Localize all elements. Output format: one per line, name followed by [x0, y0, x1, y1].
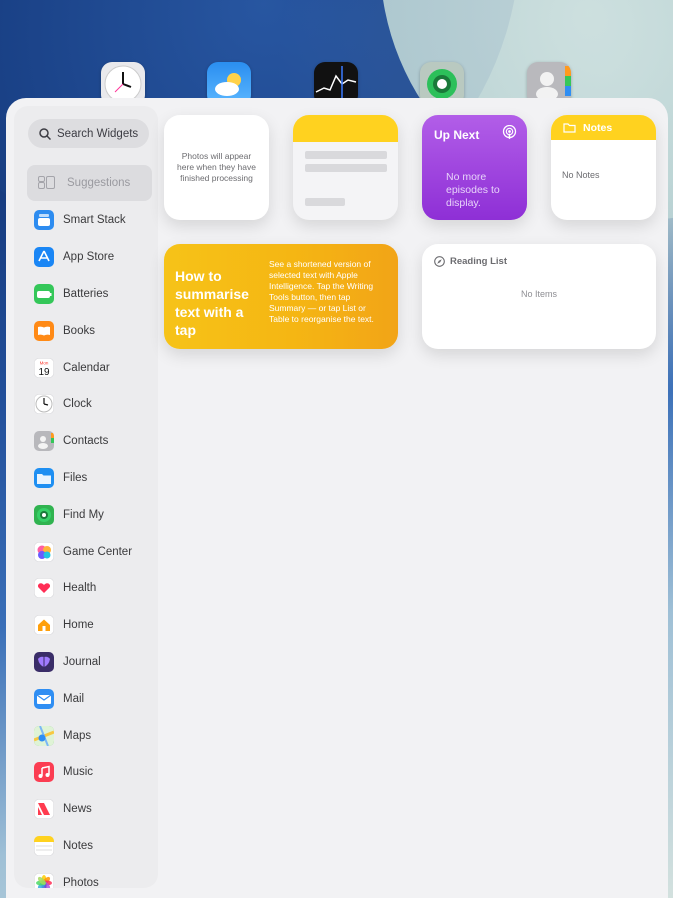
- sidebar-item-calendar[interactable]: Mon 19 Calendar: [14, 349, 158, 386]
- sidebar-item-notes[interactable]: Notes: [14, 828, 158, 865]
- podcasts-icon: [502, 125, 517, 139]
- books-icon: [34, 320, 54, 341]
- up-next-title: Up Next: [434, 128, 480, 142]
- tips-widget[interactable]: How to summarise text with a tap See a s…: [164, 244, 398, 349]
- sidebar-item-journal[interactable]: Journal: [14, 644, 158, 681]
- notes-widget-header: [293, 115, 398, 142]
- sidebar-item-label: Health: [63, 582, 97, 595]
- sidebar-item-label: Mail: [63, 692, 85, 705]
- sidebar-item-label: Music: [63, 766, 94, 779]
- placeholder-line: [305, 151, 387, 159]
- find-my-icon: [34, 504, 54, 525]
- game-center-icon: [34, 541, 54, 562]
- sidebar-item-clock[interactable]: Clock: [14, 386, 158, 423]
- sidebar-item-home[interactable]: Home: [14, 607, 158, 644]
- mail-icon: [34, 688, 54, 709]
- app-list: Smart Stack App Store Batteries Books Mon 19 C…: [14, 202, 158, 888]
- sidebar-item-label: Notes: [63, 839, 94, 852]
- placeholder-line: [305, 164, 387, 172]
- notes-widget[interactable]: Notes No Notes: [551, 115, 656, 220]
- sidebar-item-label: Game Center: [63, 545, 133, 558]
- notes-widget-header: Notes: [551, 115, 656, 140]
- sidebar-item-contacts[interactable]: Contacts: [14, 423, 158, 460]
- sidebar-item-mail[interactable]: Mail: [14, 680, 158, 717]
- sidebar-item-health[interactable]: Health: [14, 570, 158, 607]
- widget-gallery: Search Widgets Suggestions Smart Stack Ap…: [6, 98, 668, 898]
- smart-stack-icon: [34, 210, 54, 231]
- widget-sidebar: Search Widgets Suggestions Smart Stack Ap…: [14, 106, 158, 888]
- sidebar-item-label: Batteries: [63, 287, 109, 300]
- sidebar-item-app-store[interactable]: App Store: [14, 239, 158, 276]
- photos-widget-text: Photos will appear here when they have f…: [177, 151, 256, 183]
- maps-icon: [34, 725, 54, 746]
- sidebar-item-photos[interactable]: Photos: [14, 864, 158, 888]
- photos-icon: [34, 872, 54, 888]
- app-store-icon: [34, 247, 54, 268]
- notes-widget-title: Notes: [583, 121, 613, 134]
- calendar-icon: Mon 19: [34, 357, 54, 378]
- svg-text:Mon: Mon: [40, 360, 49, 365]
- sidebar-item-maps[interactable]: Maps: [14, 717, 158, 754]
- sidebar-item-batteries[interactable]: Batteries: [14, 276, 158, 313]
- tips-body: See a shortened version of selected text…: [269, 259, 374, 324]
- sidebar-item-suggestions[interactable]: Suggestions: [27, 165, 152, 201]
- folder-icon: [563, 123, 576, 133]
- clock-icon: [34, 394, 54, 415]
- sidebar-item-label: Maps: [63, 729, 92, 742]
- no-notes-text: No Notes: [562, 170, 600, 180]
- sidebar-item-label: Books: [63, 324, 95, 337]
- home-icon: [34, 615, 54, 636]
- placeholder-line: [305, 198, 345, 206]
- notes-widget-small[interactable]: [293, 115, 398, 220]
- files-icon: [34, 467, 54, 488]
- health-icon: [34, 578, 54, 599]
- sidebar-item-books[interactable]: Books: [14, 312, 158, 349]
- home-screen-icons: [0, 62, 673, 106]
- sidebar-item-label: News: [63, 803, 92, 816]
- reading-list-widget[interactable]: Reading List No Items: [422, 244, 656, 349]
- sidebar-item-label: Find My: [63, 508, 104, 521]
- podcasts-up-next-widget[interactable]: Up Next No more episodes to display.: [422, 115, 527, 220]
- sidebar-item-label: Photos: [63, 876, 99, 888]
- news-icon: [34, 799, 54, 820]
- journal-icon: [34, 651, 54, 672]
- sidebar-item-label: Home: [63, 619, 94, 632]
- contacts-icon: [34, 431, 54, 452]
- reading-list-title: Reading List: [450, 256, 508, 267]
- sidebar-item-find-my[interactable]: Find My: [14, 496, 158, 533]
- tips-heading: How to summarise text with a tap: [175, 268, 249, 338]
- reading-list-header: Reading List: [434, 256, 507, 267]
- sidebar-item-label: Calendar: [63, 361, 110, 374]
- search-widgets-field[interactable]: Search Widgets: [28, 119, 149, 148]
- suggestions-icon: [38, 176, 55, 190]
- svg-text:19: 19: [38, 367, 50, 378]
- music-icon: [34, 762, 54, 783]
- photos-widget[interactable]: Photos will appear here when they have f…: [164, 115, 269, 220]
- sidebar-item-game-center[interactable]: Game Center: [14, 533, 158, 570]
- sidebar-item-label: App Store: [63, 251, 115, 264]
- sidebar-item-label: Clock: [63, 398, 92, 411]
- sidebar-item-news[interactable]: News: [14, 791, 158, 828]
- battery-icon: [34, 283, 54, 304]
- notes-icon: [34, 835, 54, 856]
- compass-icon: [434, 256, 445, 267]
- sidebar-item-label: Smart Stack: [63, 214, 126, 227]
- sidebar-item-label: Contacts: [63, 435, 109, 448]
- sidebar-item-label: Suggestions: [67, 177, 131, 189]
- sidebar-item-files[interactable]: Files: [14, 460, 158, 497]
- sidebar-item-smart-stack[interactable]: Smart Stack: [14, 202, 158, 239]
- sidebar-item-label: Files: [63, 471, 88, 484]
- search-icon: [39, 127, 52, 140]
- no-items-text: No Items: [520, 289, 557, 299]
- sidebar-item-music[interactable]: Music: [14, 754, 158, 791]
- up-next-empty-text: No more episodes to display.: [446, 171, 500, 209]
- search-placeholder: Search Widgets: [57, 127, 139, 140]
- sidebar-item-label: Journal: [63, 655, 101, 668]
